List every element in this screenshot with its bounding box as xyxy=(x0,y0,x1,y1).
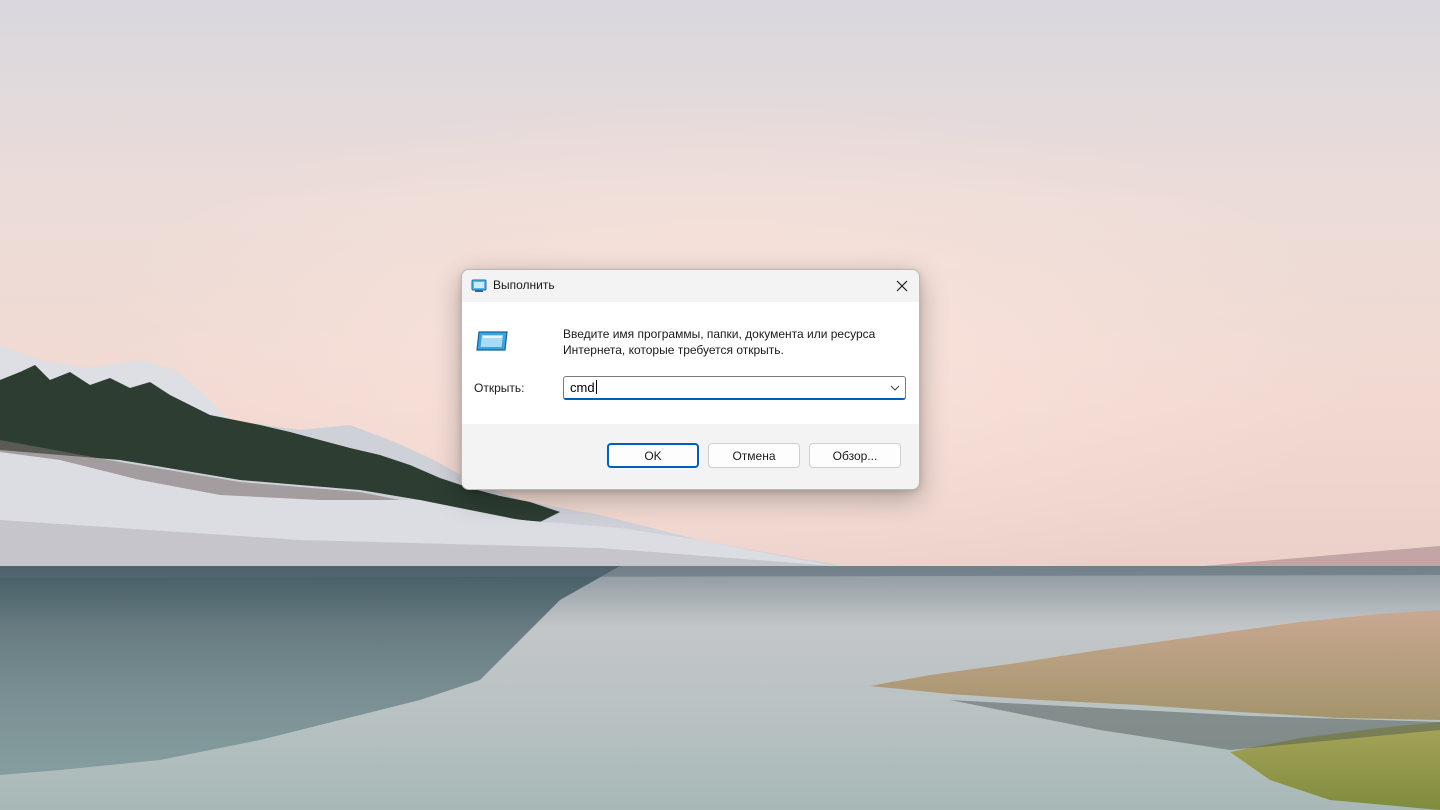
run-icon xyxy=(471,279,487,292)
dialog-title: Выполнить xyxy=(493,278,555,292)
close-icon xyxy=(896,280,908,292)
close-button[interactable] xyxy=(887,272,917,300)
button-bar: OK Отмена Обзор... xyxy=(462,424,919,489)
dialog-description: Введите имя программы, папки, документа … xyxy=(563,327,876,357)
open-input[interactable]: cmd xyxy=(570,380,597,395)
ok-button[interactable]: OK xyxy=(607,443,699,468)
content-area: Введите имя программы, папки, документа … xyxy=(462,302,919,424)
open-label: Открыть: xyxy=(474,381,525,395)
title-bar[interactable]: Выполнить xyxy=(462,270,919,302)
run-dialog: Выполнить Введите имя программы, папки, … xyxy=(461,269,920,490)
chevron-down-icon[interactable] xyxy=(889,382,901,394)
open-input-value: cmd xyxy=(570,380,595,395)
browse-button[interactable]: Обзор... xyxy=(809,443,901,468)
run-icon xyxy=(476,331,508,351)
open-combobox[interactable]: cmd xyxy=(563,376,906,400)
text-caret xyxy=(595,380,597,394)
desktop: Выполнить Введите имя программы, папки, … xyxy=(0,0,1440,810)
cancel-button[interactable]: Отмена xyxy=(708,443,800,468)
